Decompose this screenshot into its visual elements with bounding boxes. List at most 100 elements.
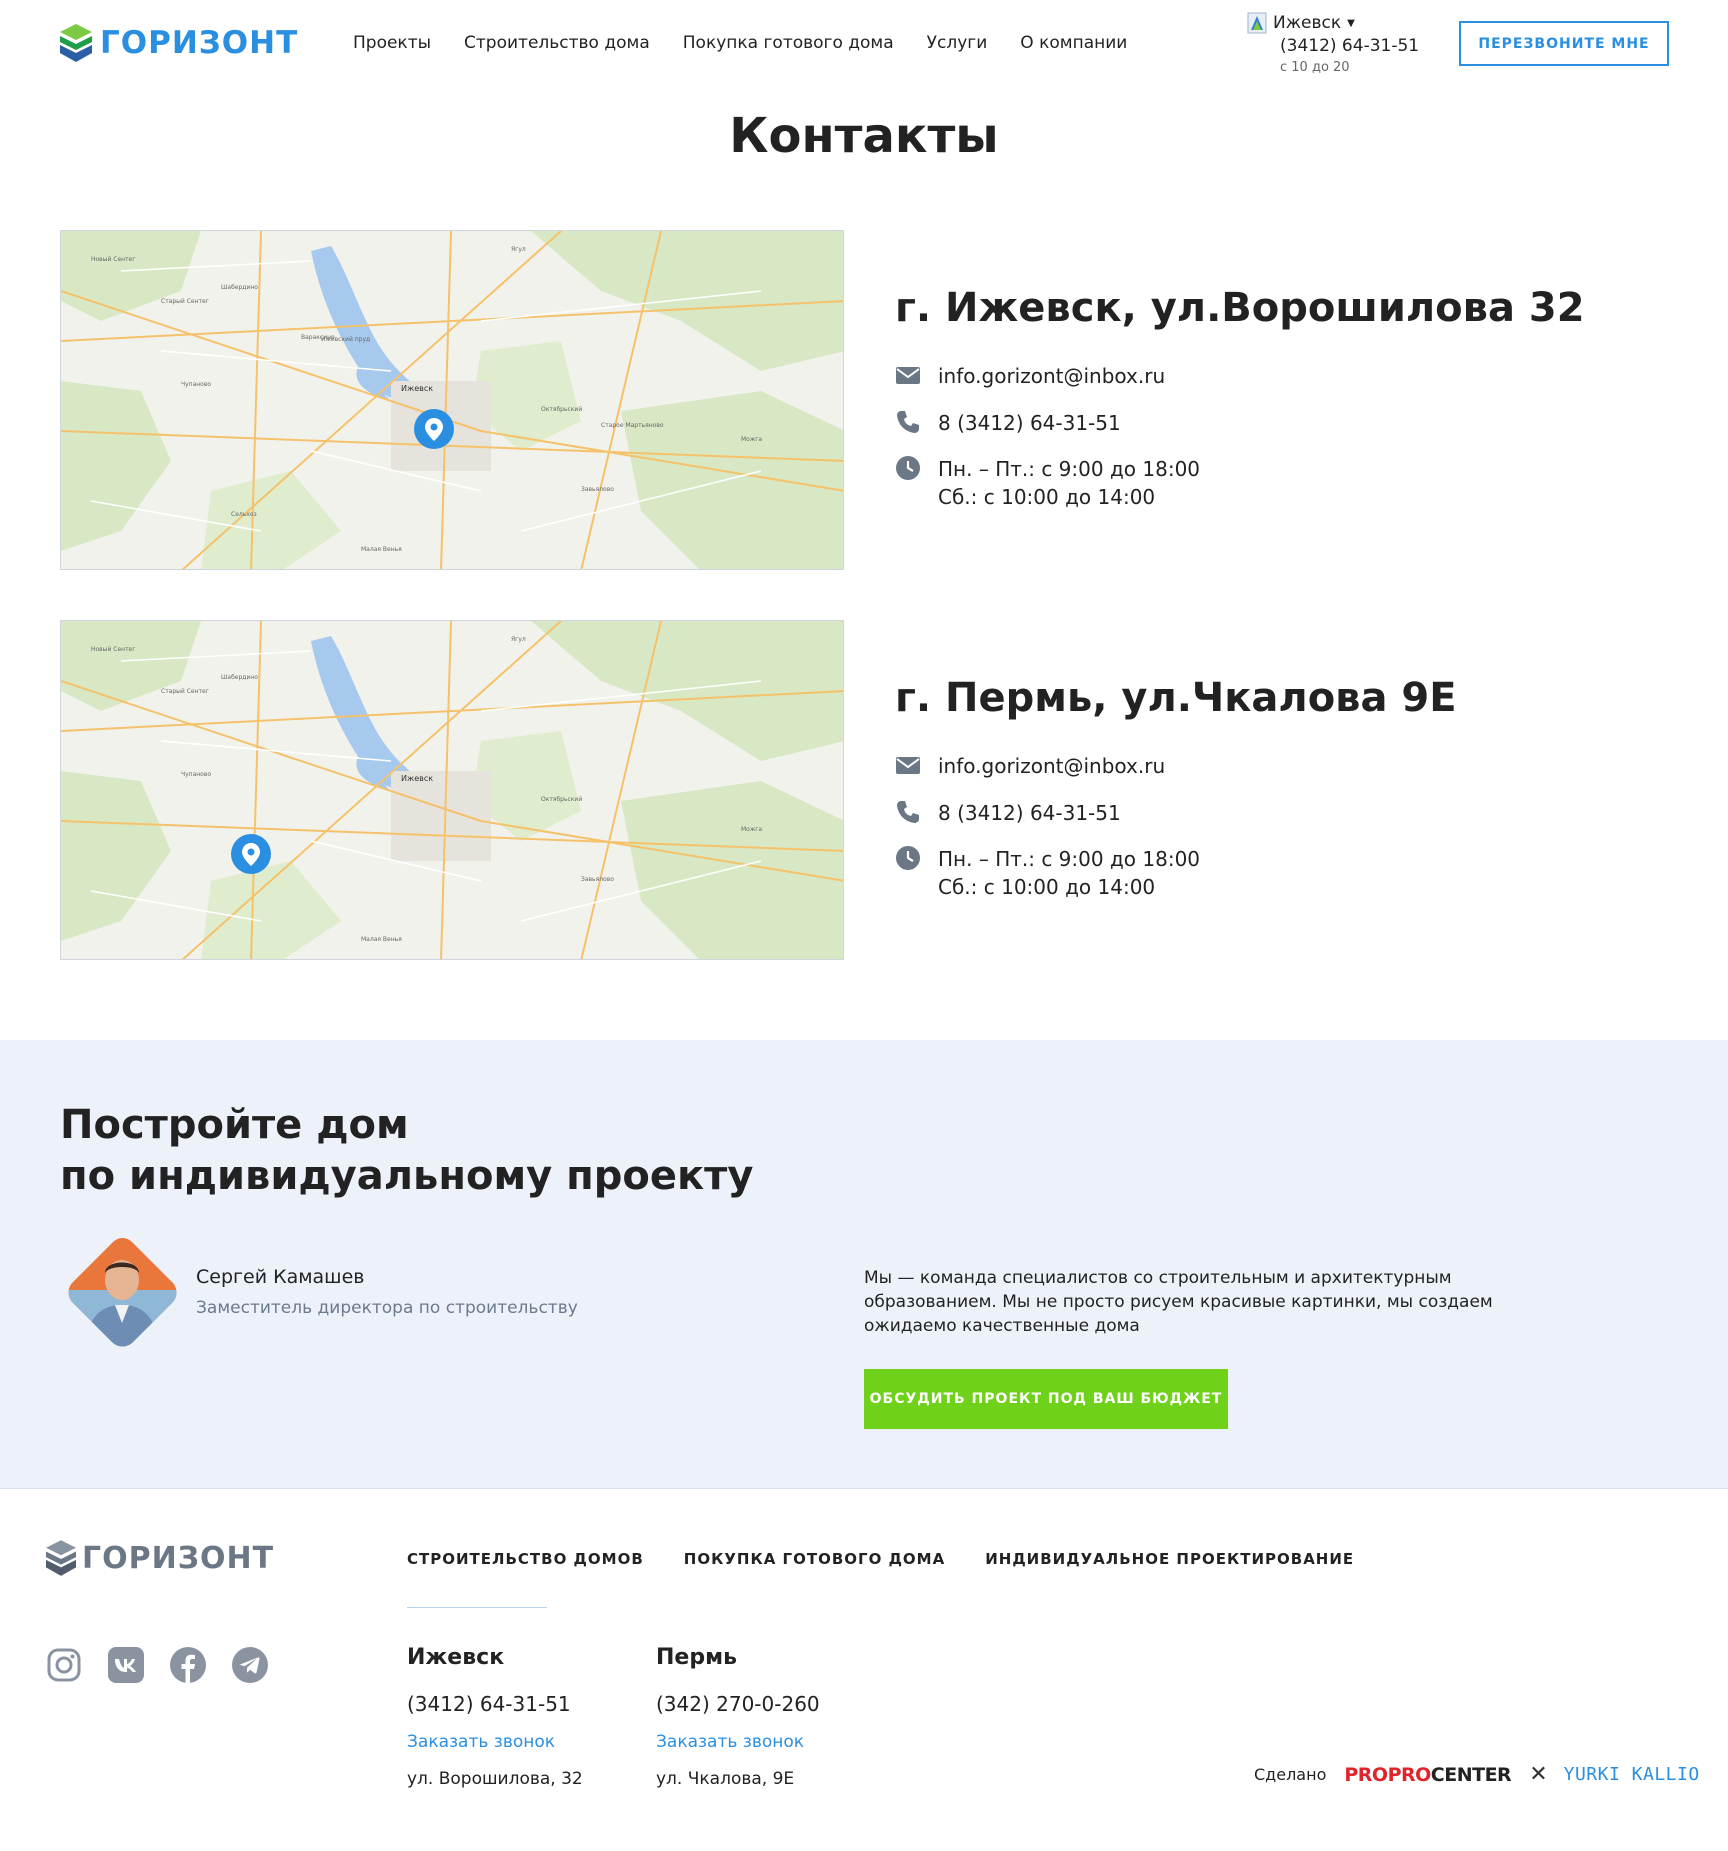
- page-title: Контакты: [729, 108, 999, 164]
- svg-text:Старое Мартьяново: Старое Мартьяново: [601, 422, 664, 429]
- office-hours-weekday: Пн. – Пт.: с 9:00 до 18:00: [938, 457, 1201, 481]
- clock-icon: [896, 456, 920, 480]
- footer-city-phone[interactable]: (342) 270-0-260: [656, 1692, 820, 1716]
- instagram-icon[interactable]: [46, 1647, 82, 1683]
- office-title: г. Пермь, ул.Чкалова 9Е: [895, 675, 1457, 721]
- person-name: Сергей Камашев: [196, 1266, 365, 1288]
- svg-text:Малая Венья: Малая Венья: [361, 936, 402, 943]
- phone-icon: [897, 411, 919, 433]
- svg-text:Ягул: Ягул: [511, 636, 526, 643]
- yurki-kallio-logo[interactable]: YURKI KALLIO: [1564, 1764, 1700, 1785]
- nav-about[interactable]: О компании: [1020, 33, 1127, 53]
- footer-city-perm: Пермь (342) 270-0-260 Заказать звонок ул…: [656, 1645, 820, 1789]
- svg-text:Октябрьский: Октябрьский: [541, 796, 582, 803]
- office-title: г. Ижевск, ул.Ворошилова 32: [895, 285, 1585, 331]
- svg-text:Новый Сентег: Новый Сентег: [91, 256, 135, 263]
- nav-projects[interactable]: Проекты: [353, 33, 431, 53]
- svg-text:Новый Сентег: Новый Сентег: [91, 646, 135, 653]
- svg-text:Малая Венья: Малая Венья: [361, 546, 402, 553]
- office-email[interactable]: info.gorizont@inbox.ru: [938, 362, 1165, 390]
- logo-cube-icon: [60, 24, 92, 62]
- order-call-link[interactable]: Заказать звонок: [656, 1732, 804, 1752]
- map-izhevsk[interactable]: Ижевск Новый Сентег Старый Сентег Шаберд…: [60, 230, 844, 570]
- footer-logo[interactable]: ГОРИЗОНТ: [46, 1540, 274, 1576]
- chevron-down-icon: ▼: [1347, 17, 1355, 29]
- footer-nav-house-building[interactable]: СТРОИТЕЛЬСТВО ДОМОВ: [407, 1550, 644, 1568]
- made-by-credits: Сделано PROPROCENTER ✕ YURKI KALLIO: [1254, 1762, 1700, 1787]
- cross-icon: ✕: [1529, 1762, 1548, 1787]
- main-nav: Проекты Строительство дома Покупка готов…: [353, 33, 1127, 53]
- callback-button[interactable]: ПЕРЕЗВОНИТЕ МНЕ: [1459, 21, 1669, 66]
- office-hours-saturday: Сб.: с 10:00 до 14:00: [938, 485, 1156, 509]
- office-email[interactable]: info.gorizont@inbox.ru: [938, 752, 1165, 780]
- envelope-icon: [896, 367, 920, 384]
- footer-nav-individual-design[interactable]: ИНДИВИДУАЛЬНОЕ ПРОЕКТИРОВАНИЕ: [985, 1550, 1354, 1568]
- svg-text:Ижевск: Ижевск: [401, 774, 433, 783]
- office-phone-row: 8 (3412) 64-31-51: [895, 799, 1121, 827]
- proprocenter-logo-part1: PROPRO: [1344, 1763, 1431, 1786]
- order-call-link[interactable]: Заказать звонок: [407, 1732, 555, 1752]
- svg-text:Можга: Можга: [741, 436, 762, 443]
- svg-text:Шабердино: Шабердино: [221, 674, 258, 681]
- office-perm: г. Пермь, ул.Чкалова 9Е info.gorizont@in…: [895, 675, 1457, 899]
- header-phone[interactable]: (3412) 64-31-51: [1280, 36, 1419, 56]
- svg-text:Чупаново: Чупаново: [181, 381, 211, 388]
- nav-buy-ready-house[interactable]: Покупка готового дома: [683, 33, 894, 53]
- footer-nav: СТРОИТЕЛЬСТВО ДОМОВ ПОКУПКА ГОТОВОГО ДОМ…: [407, 1550, 1354, 1568]
- header-logo[interactable]: ГОРИЗОНТ: [60, 24, 298, 62]
- map-pin-icon[interactable]: [414, 409, 454, 449]
- footer-city-phone[interactable]: (3412) 64-31-51: [407, 1692, 571, 1716]
- city-name: Ижевск: [1273, 13, 1342, 33]
- office-email-row: info.gorizont@inbox.ru: [895, 362, 1165, 390]
- city-coat-of-arms-icon: [1247, 12, 1267, 34]
- footer-city-address: ул. Чкалова, 9Е: [656, 1769, 795, 1789]
- footer-logo-text: ГОРИЗОНТ: [82, 1540, 275, 1576]
- map-pin-icon[interactable]: [231, 834, 271, 874]
- proprocenter-logo-part2: CENTER: [1430, 1763, 1512, 1786]
- svg-text:Завьялово: Завьялово: [581, 486, 614, 493]
- clock-icon: [896, 846, 920, 870]
- svg-text:Чупаново: Чупаново: [181, 771, 211, 778]
- svg-text:Завьялово: Завьялово: [581, 876, 614, 883]
- envelope-icon: [896, 757, 920, 774]
- promo-title: Постройте дом по индивидуальному проекту: [60, 1100, 753, 1202]
- footer-city-izhevsk: Ижевск (3412) 64-31-51 Заказать звонок у…: [407, 1645, 583, 1789]
- office-email-row: info.gorizont@inbox.ru: [895, 752, 1165, 780]
- office-phone[interactable]: 8 (3412) 64-31-51: [938, 409, 1121, 437]
- footer-city-address: ул. Ворошилова, 32: [407, 1769, 583, 1789]
- office-hours-saturday: Сб.: с 10:00 до 14:00: [938, 875, 1156, 899]
- facebook-icon[interactable]: [170, 1647, 206, 1683]
- nav-house-building[interactable]: Строительство дома: [464, 33, 650, 53]
- svg-text:Сельхоз: Сельхоз: [231, 511, 257, 518]
- logo-cube-icon: [46, 1540, 76, 1576]
- vk-icon[interactable]: [108, 1647, 144, 1683]
- site-header: ГОРИЗОНТ Проекты Строительство дома Поку…: [0, 0, 1728, 100]
- proprocenter-logo[interactable]: PROPROCENTER: [1344, 1764, 1511, 1786]
- svg-text:Старый Сентег: Старый Сентег: [161, 688, 209, 695]
- social-links: [46, 1647, 268, 1683]
- footer-nav-buy-ready-house[interactable]: ПОКУПКА ГОТОВОГО ДОМА: [684, 1550, 945, 1568]
- city-selector[interactable]: Ижевск ▼: [1247, 12, 1355, 34]
- promo-title-line2: по индивидуальному проекту: [60, 1153, 754, 1199]
- logo-text: ГОРИЗОНТ: [100, 25, 299, 61]
- header-hours: с 10 до 20: [1280, 60, 1350, 75]
- promo-description: Мы — команда специалистов со строительны…: [864, 1268, 1493, 1336]
- map-perm[interactable]: Ижевск Новый Сентег Старый Сентег Шаберд…: [60, 620, 844, 960]
- nav-services[interactable]: Услуги: [927, 33, 988, 53]
- svg-text:Октябрьский: Октябрьский: [541, 406, 582, 413]
- svg-text:Шабердино: Шабердино: [221, 284, 258, 291]
- phone-icon: [897, 801, 919, 823]
- svg-text:Можга: Можга: [741, 826, 762, 833]
- person-role: Заместитель директора по строительству: [196, 1298, 578, 1318]
- map-label-izhevsk: Ижевск: [401, 384, 433, 393]
- office-phone[interactable]: 8 (3412) 64-31-51: [938, 799, 1121, 827]
- svg-text:Вараксино: Вараксино: [301, 334, 335, 341]
- footer-divider: [407, 1607, 547, 1608]
- made-by-label: Сделано: [1254, 1765, 1327, 1784]
- discuss-project-button[interactable]: ОБСУДИТЬ ПРОЕКТ ПОД ВАШ БЮДЖЕТ: [864, 1369, 1228, 1429]
- office-hours-row: Пн. – Пт.: с 9:00 до 18:00 Сб.: с 10:00 …: [895, 845, 1200, 901]
- footer-city-name: Ижевск: [407, 1645, 505, 1670]
- promo-title-line1: Постройте дом: [60, 1102, 409, 1148]
- telegram-icon[interactable]: [232, 1647, 268, 1683]
- office-phone-row: 8 (3412) 64-31-51: [895, 409, 1121, 437]
